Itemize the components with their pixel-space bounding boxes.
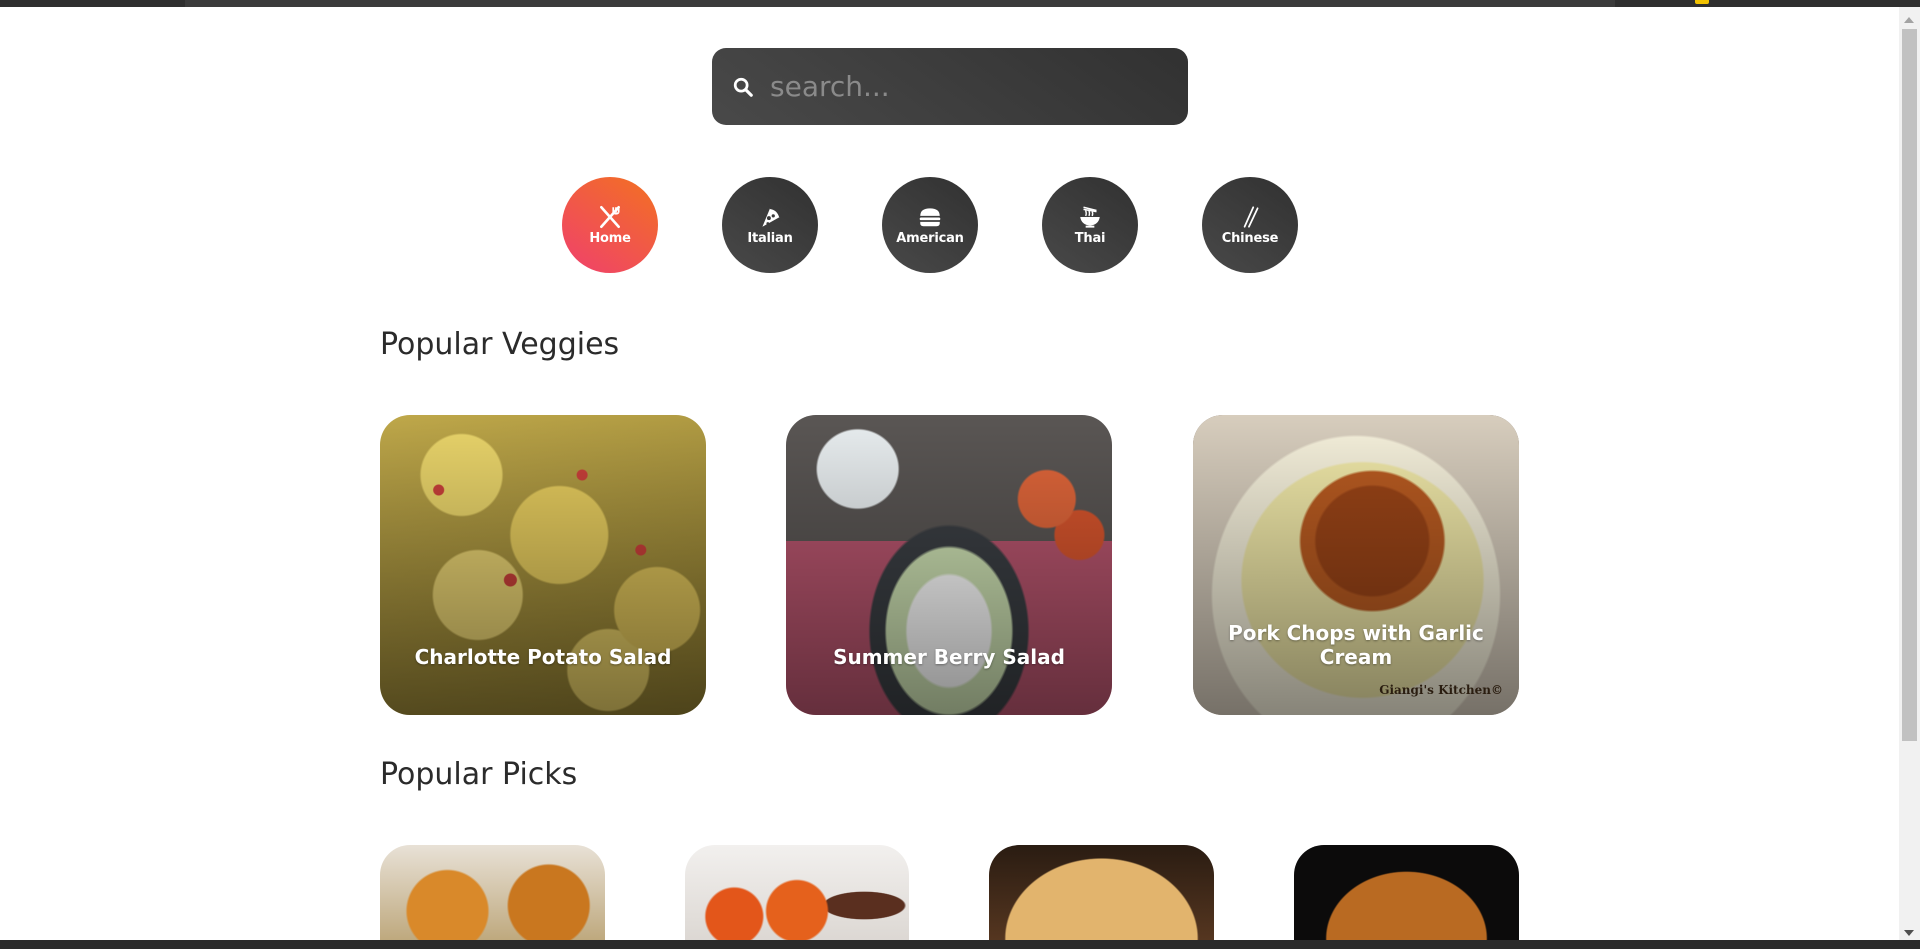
category-label: Home	[589, 231, 631, 246]
browser-top-bar	[0, 0, 1920, 7]
category-italian-button[interactable]: Italian	[722, 177, 818, 273]
recipe-card[interactable]: Charlotte Potato Salad	[380, 415, 706, 715]
recipe-image	[380, 845, 605, 949]
browser-tab-strip	[185, 0, 1615, 7]
chopsticks-icon	[1243, 206, 1259, 228]
category-label: Chinese	[1221, 231, 1279, 246]
image-watermark: Giangi's Kitchen©	[1379, 683, 1503, 697]
recipe-card[interactable]: Pork Chops with Garlic Cream Giangi's Ki…	[1193, 415, 1519, 715]
browser-bottom-bar	[0, 940, 1920, 949]
recipe-card[interactable]	[1294, 845, 1519, 949]
recipe-card[interactable]	[380, 845, 605, 949]
notification-indicator	[1695, 0, 1709, 4]
scroll-up-arrow-icon[interactable]	[1904, 17, 1914, 23]
category-label: Italian	[747, 231, 793, 246]
search-icon	[733, 77, 753, 97]
category-american-button[interactable]: American	[882, 177, 978, 273]
recipe-card[interactable]	[989, 845, 1214, 949]
category-label: American	[896, 231, 964, 246]
image-gradient-overlay	[786, 415, 1112, 715]
recipe-title: Pork Chops with Garlic Cream	[1228, 621, 1484, 669]
category-chinese-button[interactable]: Chinese	[1202, 177, 1298, 273]
section-title-popular-picks: Popular Picks	[380, 757, 578, 792]
recipe-card[interactable]	[685, 845, 909, 949]
pizza-icon	[762, 207, 781, 227]
noodle-bowl-icon	[1080, 206, 1100, 228]
category-home-button[interactable]: Home	[562, 177, 658, 273]
recipe-image	[989, 845, 1214, 949]
category-thai-button[interactable]: Thai	[1042, 177, 1138, 273]
burger-icon	[919, 208, 941, 227]
page-scrollbar[interactable]	[1899, 7, 1920, 940]
search-input[interactable]	[770, 70, 1150, 103]
scrollbar-thumb[interactable]	[1902, 29, 1917, 741]
image-gradient-overlay	[380, 415, 706, 715]
recipe-title: Charlotte Potato Salad	[414, 645, 672, 669]
fork-knife-icon	[600, 205, 620, 229]
recipe-image	[685, 845, 909, 949]
recipe-card[interactable]: Summer Berry Salad	[786, 415, 1112, 715]
section-title-popular-veggies: Popular Veggies	[380, 327, 620, 362]
scroll-down-arrow-icon[interactable]	[1904, 930, 1914, 936]
recipe-image	[1294, 845, 1519, 949]
search-bar[interactable]	[712, 48, 1188, 125]
category-label: Thai	[1074, 231, 1106, 246]
image-gradient-overlay	[1193, 415, 1519, 715]
recipe-title: Summer Berry Salad	[833, 645, 1065, 669]
